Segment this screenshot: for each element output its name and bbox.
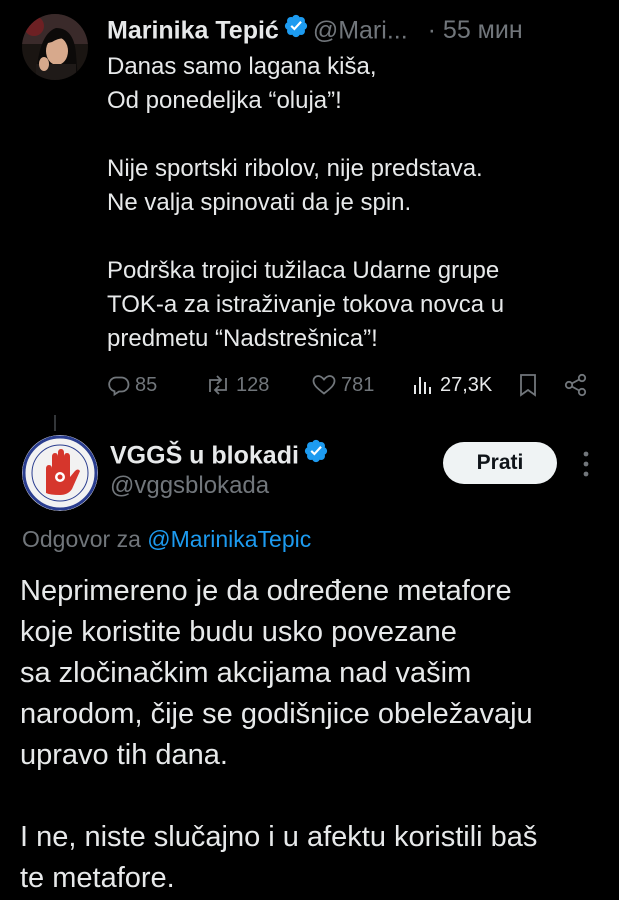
more-vertical-icon bbox=[583, 451, 589, 477]
tweet-line: predmetu “Nadstrešnica”! bbox=[107, 325, 378, 352]
like-button[interactable]: 781 bbox=[311, 370, 374, 400]
repost-button[interactable]: 128 bbox=[204, 370, 269, 400]
bookmark-icon bbox=[520, 374, 536, 397]
replying-to-label: Odgovor za bbox=[22, 526, 141, 552]
repost-icon bbox=[209, 375, 227, 395]
tweet-timestamp[interactable]: · 55 мин bbox=[428, 16, 523, 44]
reply-line: sa zločinačkim akcijama nad vašim bbox=[20, 657, 472, 689]
follow-button[interactable]: Prati bbox=[443, 442, 557, 484]
reply-text: Neprimereno je da određene metafore koje… bbox=[20, 571, 610, 899]
tweet-reply[interactable]: VGGŠ u blokadi @vggsblokada Prati Odgovo… bbox=[0, 425, 619, 900]
share-button[interactable] bbox=[563, 370, 593, 400]
tweet-line: Podrška trojici tužilaca Udarne grupe bbox=[107, 257, 500, 284]
tweet-line: Danas samo lagana kiša, bbox=[107, 53, 377, 80]
reply-line: te metafore. bbox=[20, 862, 175, 894]
tweet-line: Od ponedeljka “oluja”! bbox=[107, 87, 342, 114]
reply-icon bbox=[108, 376, 130, 397]
more-options-button[interactable] bbox=[574, 447, 598, 481]
replying-to: Odgovor za @MarinikaTepic bbox=[22, 523, 311, 555]
reply-author-row: VGGŠ u blokadi bbox=[110, 437, 333, 471]
reply-author-handle[interactable]: @vggsblokada bbox=[110, 469, 269, 503]
verified-badge-icon bbox=[283, 13, 309, 48]
tweet-original[interactable]: Marinika Tepić @Mari... · 55 мин Danas sam… bbox=[0, 0, 619, 415]
reply-author-name[interactable]: VGGŠ u blokadi bbox=[110, 441, 299, 469]
reply-line: upravo tih dana. bbox=[20, 739, 228, 771]
tweet-header: Marinika Tepić @Mari... · 55 мин bbox=[107, 12, 607, 46]
heart-icon bbox=[312, 375, 336, 395]
reply-line: Neprimereno je da određene metafore bbox=[20, 575, 512, 607]
views-icon bbox=[414, 377, 431, 394]
tweet-line: TOK-a za istraživanje tokova novca u bbox=[107, 291, 505, 318]
action-bar: 85 128 781 27,3K bbox=[107, 370, 597, 400]
reply-count: 85 bbox=[135, 374, 158, 396]
avatar-vggs[interactable] bbox=[22, 435, 98, 511]
avatar-marinika[interactable] bbox=[22, 14, 88, 80]
verified-badge-icon bbox=[303, 438, 329, 473]
reply-line: I ne, niste slučajno i u afektu koristil… bbox=[20, 821, 538, 853]
author-name[interactable]: Marinika Tepić bbox=[107, 16, 279, 44]
views-button[interactable]: 27,3K bbox=[412, 370, 492, 400]
reply-line: narodom, čije se godišnjice obeležavaju bbox=[20, 698, 533, 730]
author-handle[interactable]: @Mari... bbox=[313, 16, 408, 44]
share-icon bbox=[564, 373, 587, 397]
reply-line: koje koristite budu usko povezane bbox=[20, 616, 457, 648]
like-count: 781 bbox=[341, 374, 375, 396]
views-count: 27,3K bbox=[440, 374, 493, 396]
bookmark-button[interactable] bbox=[517, 370, 543, 400]
repost-count: 128 bbox=[236, 374, 270, 396]
tweet-text: Danas samo lagana kiša, Od ponedeljka “o… bbox=[107, 50, 587, 356]
avatar-photo bbox=[22, 14, 88, 80]
tweet-line: Ne valja spinovati da je spin. bbox=[107, 189, 412, 216]
avatar-logo bbox=[22, 435, 98, 511]
mention-link[interactable]: @MarinikaTepic bbox=[147, 526, 311, 552]
reply-button[interactable]: 85 bbox=[107, 370, 157, 400]
tweet-line: Nije sportski ribolov, nije predstava. bbox=[107, 155, 483, 182]
